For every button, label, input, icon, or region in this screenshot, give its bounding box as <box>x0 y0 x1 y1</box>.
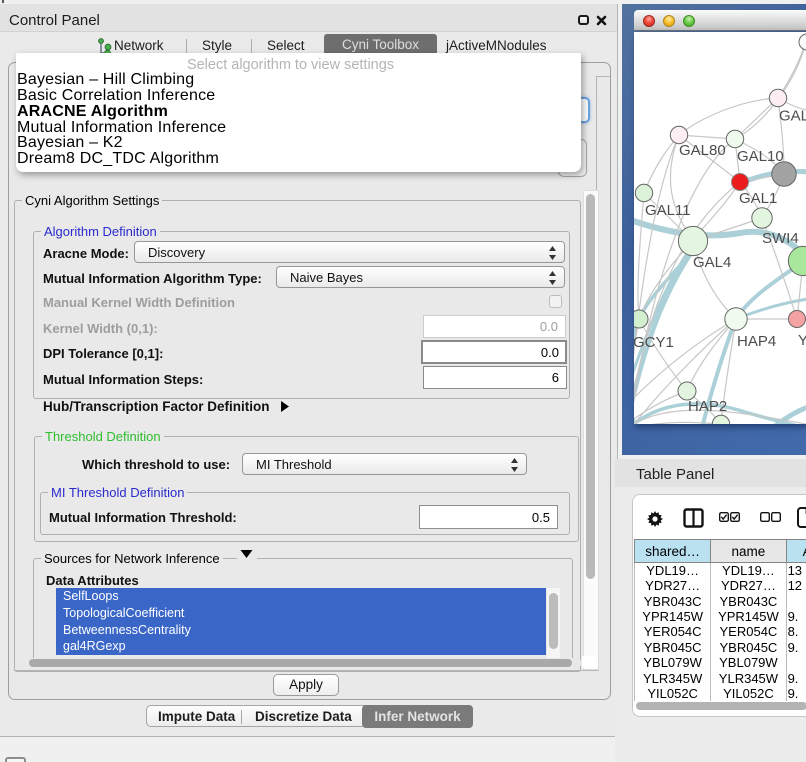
svg-text:HAP2: HAP2 <box>688 398 727 415</box>
svg-text:SWI4: SWI4 <box>762 230 799 247</box>
svg-text:GCY1: GCY1 <box>634 334 674 351</box>
svg-text:GAL1: GAL1 <box>739 190 777 207</box>
svg-text:GAL4: GAL4 <box>693 254 731 271</box>
svg-text:GAL7: GAL7 <box>779 108 806 125</box>
svg-text:GAL10: GAL10 <box>737 148 784 165</box>
svg-text:HAP4: HAP4 <box>737 333 776 350</box>
svg-text:YJ: YJ <box>798 332 806 349</box>
svg-text:GAL80: GAL80 <box>679 142 726 159</box>
svg-text:GAL11: GAL11 <box>645 202 691 219</box>
